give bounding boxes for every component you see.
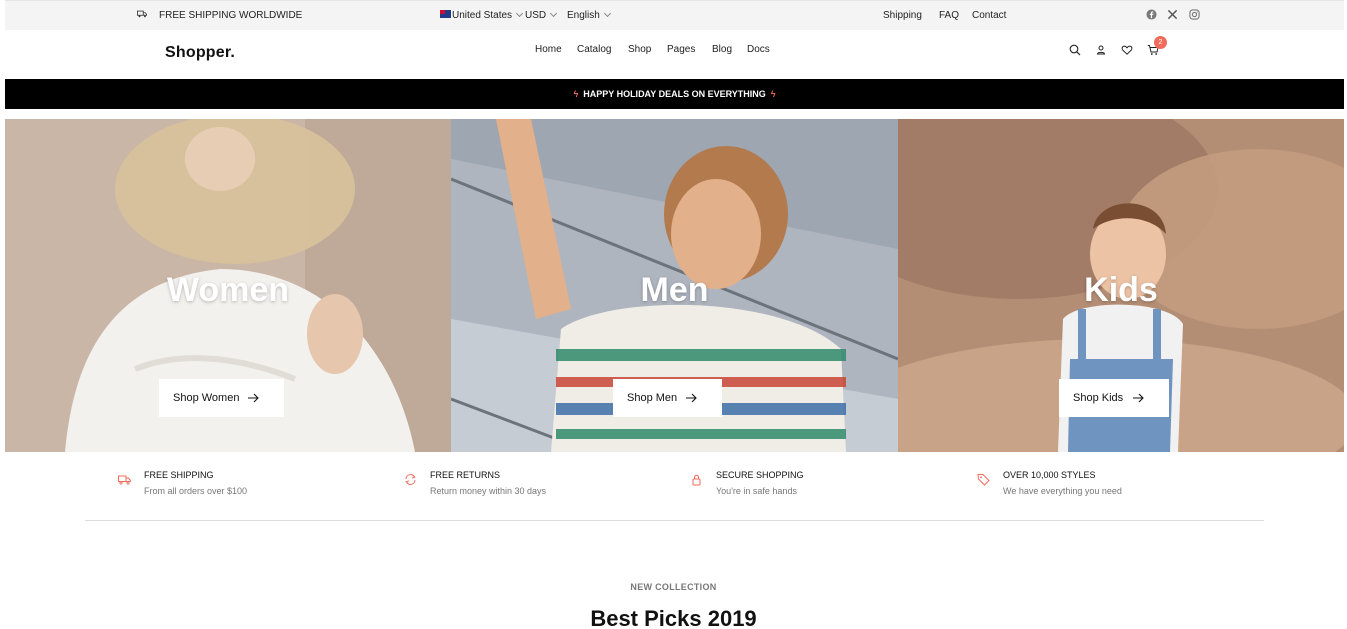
shop-women-button[interactable]: Shop Women xyxy=(159,379,284,417)
feature-title: FREE RETURNS xyxy=(430,470,501,480)
bolt-icon: ϟ xyxy=(770,89,776,99)
arrow-right-icon xyxy=(1133,393,1144,403)
promo-text: HAPPY HOLIDAY DEALS ON EVERYTHING xyxy=(583,89,766,99)
heart-icon[interactable] xyxy=(1121,44,1133,56)
section-title: Best Picks 2019 xyxy=(590,606,757,629)
hero-men[interactable]: Men Shop Men xyxy=(451,119,898,452)
bolt-icon: ϟ xyxy=(573,89,579,99)
main-navbar: Shopper. Home Catalog Shop Pages Blog Do… xyxy=(5,30,1344,79)
top-bar: FREE SHIPPING WORLDWIDE United States US… xyxy=(5,0,1344,30)
site-logo[interactable]: Shopper. xyxy=(165,44,235,62)
chevron-down-icon xyxy=(550,9,558,18)
nav-item-blog[interactable]: Blog xyxy=(712,44,732,55)
user-icon[interactable] xyxy=(1095,44,1107,56)
nav-item-pages[interactable]: Pages xyxy=(667,44,695,55)
link-contact[interactable]: Contact xyxy=(972,10,1006,22)
flag-icon xyxy=(440,10,451,18)
shipping-promo-text: FREE SHIPPING WORLDWIDE xyxy=(159,10,303,21)
feature-title: SECURE SHOPPING xyxy=(716,470,804,480)
shop-women-label: Shop Women xyxy=(173,392,240,404)
shop-kids-label: Shop Kids xyxy=(1073,392,1124,404)
shop-men-label: Shop Men xyxy=(627,392,678,404)
shop-men-button[interactable]: Shop Men xyxy=(613,379,722,417)
truck-icon xyxy=(118,475,131,485)
feature-subtitle: From all orders over $100 xyxy=(144,486,248,496)
truck-icon xyxy=(137,10,147,18)
section-divider xyxy=(85,520,1264,521)
language-label: English xyxy=(567,10,600,21)
shop-kids-button[interactable]: Shop Kids xyxy=(1059,379,1169,417)
country-label: United States xyxy=(452,10,513,21)
nav-item-catalog[interactable]: Catalog xyxy=(577,44,611,55)
feature-subtitle: You're in safe hands xyxy=(716,486,797,496)
chevron-down-icon xyxy=(603,9,611,18)
hero-title-kids: Kids xyxy=(1084,271,1158,309)
feature-subtitle: We have everything you need xyxy=(1003,486,1122,496)
arrow-right-icon xyxy=(686,393,697,403)
cart-count-badge: 2 xyxy=(1154,36,1167,49)
instagram-icon[interactable] xyxy=(1189,9,1200,20)
facebook-icon[interactable] xyxy=(1146,9,1157,20)
lock-icon xyxy=(692,474,701,486)
hero-kids[interactable]: Kids Shop Kids xyxy=(898,119,1344,452)
feature-title: FREE SHIPPING xyxy=(144,470,214,480)
search-icon[interactable] xyxy=(1069,44,1081,56)
refresh-icon xyxy=(405,474,416,485)
link-shipping[interactable]: Shipping xyxy=(883,10,922,22)
feature-subtitle: Return money within 30 days xyxy=(430,486,547,496)
hero-women[interactable]: Women Shop Women xyxy=(5,119,451,452)
promo-banner: ϟ HAPPY HOLIDAY DEALS ON EVERYTHING ϟ xyxy=(5,79,1344,109)
tag-icon xyxy=(977,474,990,486)
currency-label: USD xyxy=(525,10,547,21)
x-icon[interactable] xyxy=(1167,9,1178,20)
link-faq[interactable]: FAQ xyxy=(939,10,959,22)
language-selector[interactable]: English xyxy=(567,9,611,22)
feature-title: OVER 10,000 STYLES xyxy=(1003,470,1096,480)
nav-item-home[interactable]: Home xyxy=(535,44,562,55)
hero-title-men: Men xyxy=(640,271,709,309)
chevron-down-icon xyxy=(516,9,524,18)
arrow-right-icon xyxy=(248,393,259,403)
section-eyebrow: NEW COLLECTION xyxy=(630,582,717,592)
country-selector[interactable]: United States xyxy=(440,9,524,22)
hero-title-women: Women xyxy=(166,271,290,309)
nav-item-shop[interactable]: Shop xyxy=(628,44,651,55)
nav-item-docs[interactable]: Docs xyxy=(747,44,770,55)
currency-selector[interactable]: USD xyxy=(525,9,558,22)
